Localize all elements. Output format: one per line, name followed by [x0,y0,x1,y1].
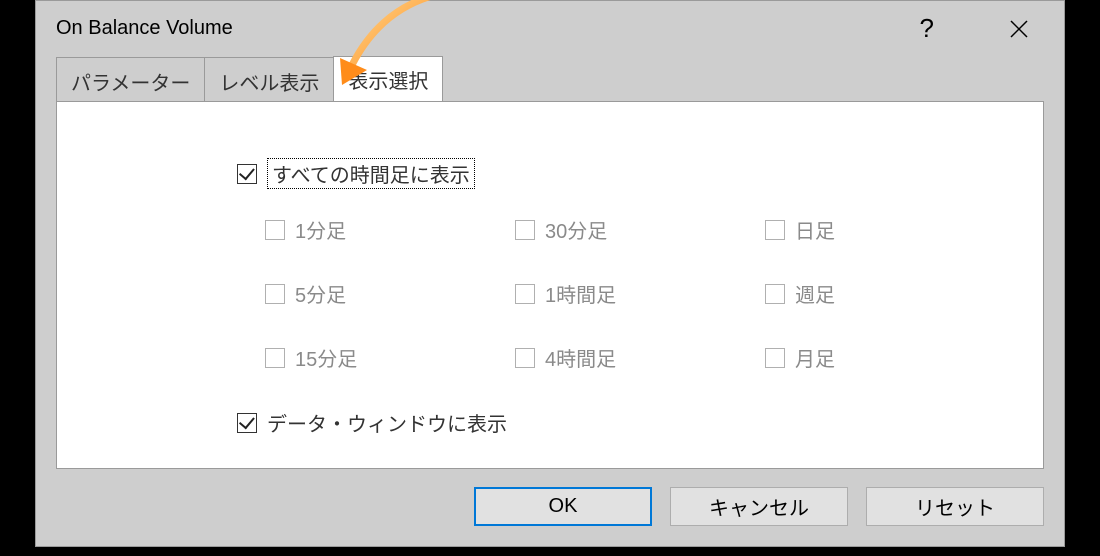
checkbox-label: 4時間足 [545,343,616,372]
checkbox-1hour[interactable]: 1時間足 [515,279,765,308]
button-row: OK キャンセル リセット [36,469,1064,526]
checkbox-label: 1分足 [295,215,346,244]
tab-bar: パラメーター レベル表示 表示選択 [36,56,1064,101]
checkbox-icon [765,284,785,304]
reset-button[interactable]: リセット [866,487,1044,526]
checkbox-icon [515,220,535,240]
timeframe-grid: 1分足 30分足 日足 5分足 1時間足 週足 [265,215,1023,372]
checkbox-daily[interactable]: 日足 [765,215,965,244]
checkbox-all-timeframes[interactable]: すべての時間足に表示 [237,158,1023,189]
checkbox-label: 月足 [795,343,835,372]
ok-button[interactable]: OK [474,487,652,526]
checkbox-icon [237,413,257,433]
titlebar: On Balance Volume ? [36,1,1064,56]
checkbox-icon [515,284,535,304]
dialog-window: On Balance Volume ? パラメーター レベル表示 表示選択 すべ… [35,0,1065,547]
checkbox-5min[interactable]: 5分足 [265,279,515,308]
checkbox-icon [265,220,285,240]
checkbox-label: 15分足 [295,343,357,372]
help-icon[interactable]: ? [910,8,944,49]
checkbox-30min[interactable]: 30分足 [515,215,765,244]
checkbox-4hour[interactable]: 4時間足 [515,343,765,372]
checkbox-data-window[interactable]: データ・ウィンドウに表示 [237,408,1023,437]
titlebar-controls: ? [910,8,1044,49]
tab-parameters[interactable]: パラメーター [56,57,205,102]
close-icon[interactable] [994,14,1044,44]
checkbox-weekly[interactable]: 週足 [765,279,965,308]
checkbox-icon [765,348,785,368]
checkbox-label: 5分足 [295,279,346,308]
checkbox-icon [265,284,285,304]
checkbox-label: 30分足 [545,215,607,244]
checkbox-label: 日足 [795,215,835,244]
dialog-title: On Balance Volume [56,17,910,40]
checkbox-1min[interactable]: 1分足 [265,215,515,244]
tab-display-select[interactable]: 表示選択 [333,56,443,101]
cancel-button[interactable]: キャンセル [670,487,848,526]
checkbox-monthly[interactable]: 月足 [765,343,965,372]
checkbox-15min[interactable]: 15分足 [265,343,515,372]
checkbox-label: 週足 [795,279,835,308]
checkbox-icon [765,220,785,240]
checkbox-data-window-label: データ・ウィンドウに表示 [267,408,507,437]
checkbox-icon [515,348,535,368]
checkbox-icon [237,164,257,184]
checkbox-icon [265,348,285,368]
tab-content: すべての時間足に表示 1分足 30分足 日足 5分足 1時間足 [56,101,1044,469]
checkbox-label: 1時間足 [545,279,616,308]
checkbox-all-timeframes-label: すべての時間足に表示 [267,158,475,189]
tab-levels[interactable]: レベル表示 [204,57,334,102]
